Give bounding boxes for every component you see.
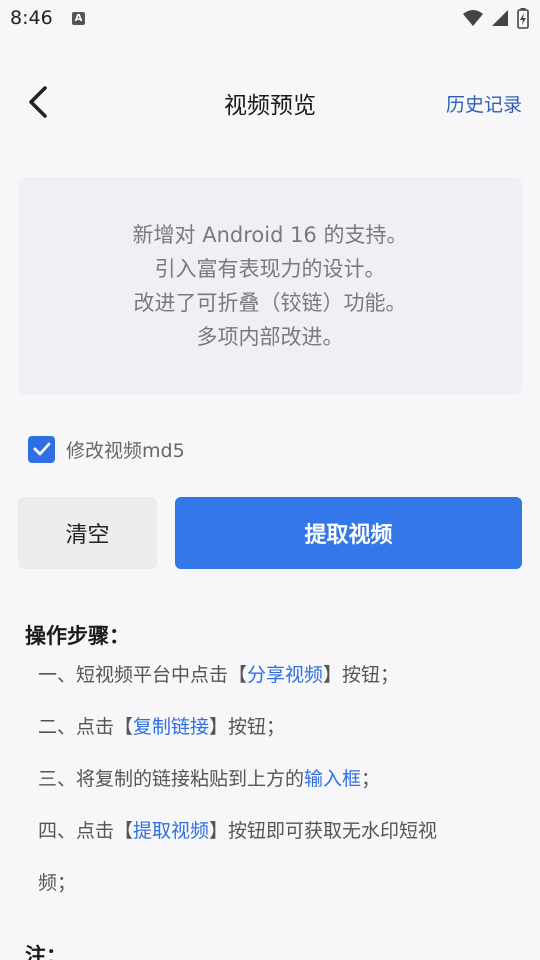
status-bar: 8:46 A: [0, 0, 540, 38]
step-3: 三、将复制的链接粘贴到上方的输入框；: [38, 764, 380, 791]
history-link[interactable]: 历史记录: [446, 90, 522, 117]
preview-line: 多项内部改进。: [196, 325, 344, 349]
step-text: 三、将复制的链接粘贴到上方的: [38, 768, 305, 790]
status-time: 8:46: [10, 7, 53, 29]
step-highlight: 输入框: [304, 768, 362, 790]
notification-a-icon: A: [72, 12, 85, 25]
step-text: 】按钮；: [323, 664, 400, 686]
step-4-continued: 频；: [38, 872, 77, 894]
steps-title: 操作步骤：: [25, 624, 130, 648]
preview-card[interactable]: 新增对 Android 16 的支持。 引入富有表现力的设计。 改进了可折叠（铰…: [18, 177, 522, 395]
step-text: 一、短视频平台中点击【: [38, 664, 248, 686]
md5-label: 修改视频md5: [66, 439, 185, 462]
step-4: 四、点击【提取视频】按钮即可获取无水印短视: [38, 816, 437, 843]
md5-checkbox-row[interactable]: 修改视频md5: [28, 434, 185, 464]
signal-icon: [492, 10, 508, 26]
preview-line: 改进了可折叠（铰链）功能。: [133, 291, 407, 315]
step-text: 】按钮；: [209, 716, 286, 738]
step-highlight: 复制链接: [133, 716, 210, 738]
step-2: 二、点击【复制链接】按钮；: [38, 712, 285, 739]
preview-line: 引入富有表现力的设计。: [154, 257, 386, 281]
step-highlight: 提取视频: [133, 820, 210, 842]
checkmark-icon: [33, 442, 50, 456]
step-text: 四、点击【: [38, 820, 134, 842]
back-arrow-icon: [29, 86, 47, 118]
step-text: 】按钮即可获取无水印短视: [209, 820, 438, 842]
back-button[interactable]: [18, 82, 58, 122]
step-1: 一、短视频平台中点击【分享视频】按钮；: [38, 660, 399, 687]
battery-charging-icon: [517, 8, 529, 29]
md5-checkbox[interactable]: [28, 435, 55, 463]
step-text: ；: [361, 768, 381, 790]
note-title: 注：: [25, 944, 67, 960]
step-text: 二、点击【: [38, 716, 134, 738]
wifi-icon: [463, 10, 483, 26]
top-bar: 视频预览 历史记录: [0, 70, 540, 136]
clear-button[interactable]: 清空: [18, 497, 157, 569]
preview-text: 新增对 Android 16 的支持。 引入富有表现力的设计。 改进了可折叠（铰…: [133, 218, 408, 354]
preview-line: 新增对 Android 16 的支持。: [132, 223, 408, 247]
extract-video-button[interactable]: 提取视频: [175, 497, 522, 569]
screen: 8:46 A 视频预览 历史记录 新增对 Android 16 的支持。 引入富…: [0, 0, 540, 960]
step-highlight: 分享视频: [247, 664, 324, 686]
status-icons: [462, 7, 530, 29]
